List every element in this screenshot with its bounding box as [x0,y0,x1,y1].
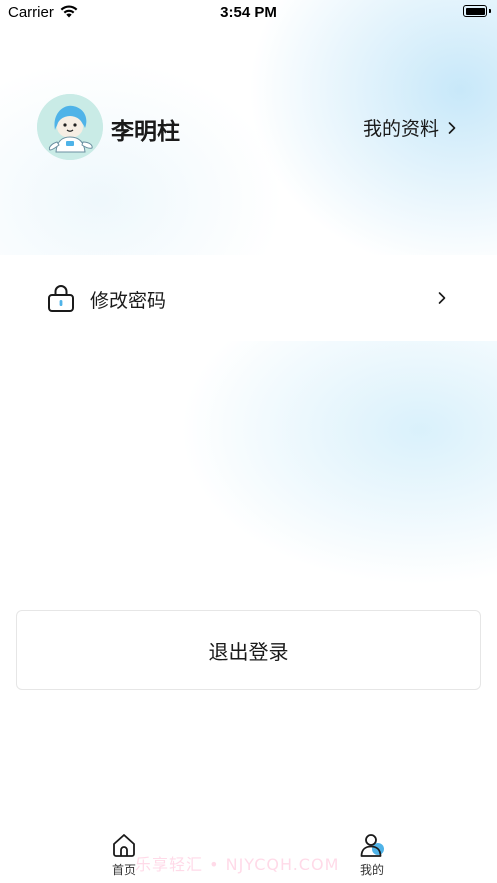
avatar[interactable] [37,94,103,160]
my-profile-label: 我的资料 [362,118,439,140]
logout-label: 退出登录 [208,639,289,664]
logout-button[interactable]: 退出登录 [16,610,481,690]
status-time: 3:54 PM [220,4,277,21]
user-name: 李明柱 [111,119,180,145]
profile-header: 李明柱 我的资料 [37,94,457,160]
my-profile-link[interactable]: 我的资料 [363,114,457,141]
chevron-right-icon [438,292,446,304]
seal-mascot-avatar-icon [37,94,103,160]
battery-icon [463,5,491,17]
user-icon [360,834,384,857]
watermark: 乐享轻汇 • NJYCQH.COM [135,855,340,874]
tab-mine[interactable]: 我的 [332,826,412,883]
home-icon [113,834,135,857]
menu-item-label: 修改密码 [90,290,167,312]
chevron-right-icon [448,121,456,134]
menu-item-change-password[interactable]: 修改密码 [0,255,497,341]
status-bar: Carrier 3:54 PM [0,0,497,26]
lock-icon [48,285,74,312]
tab-mine-label: 我的 [359,863,384,877]
settings-menu: 修改密码 [0,255,497,341]
